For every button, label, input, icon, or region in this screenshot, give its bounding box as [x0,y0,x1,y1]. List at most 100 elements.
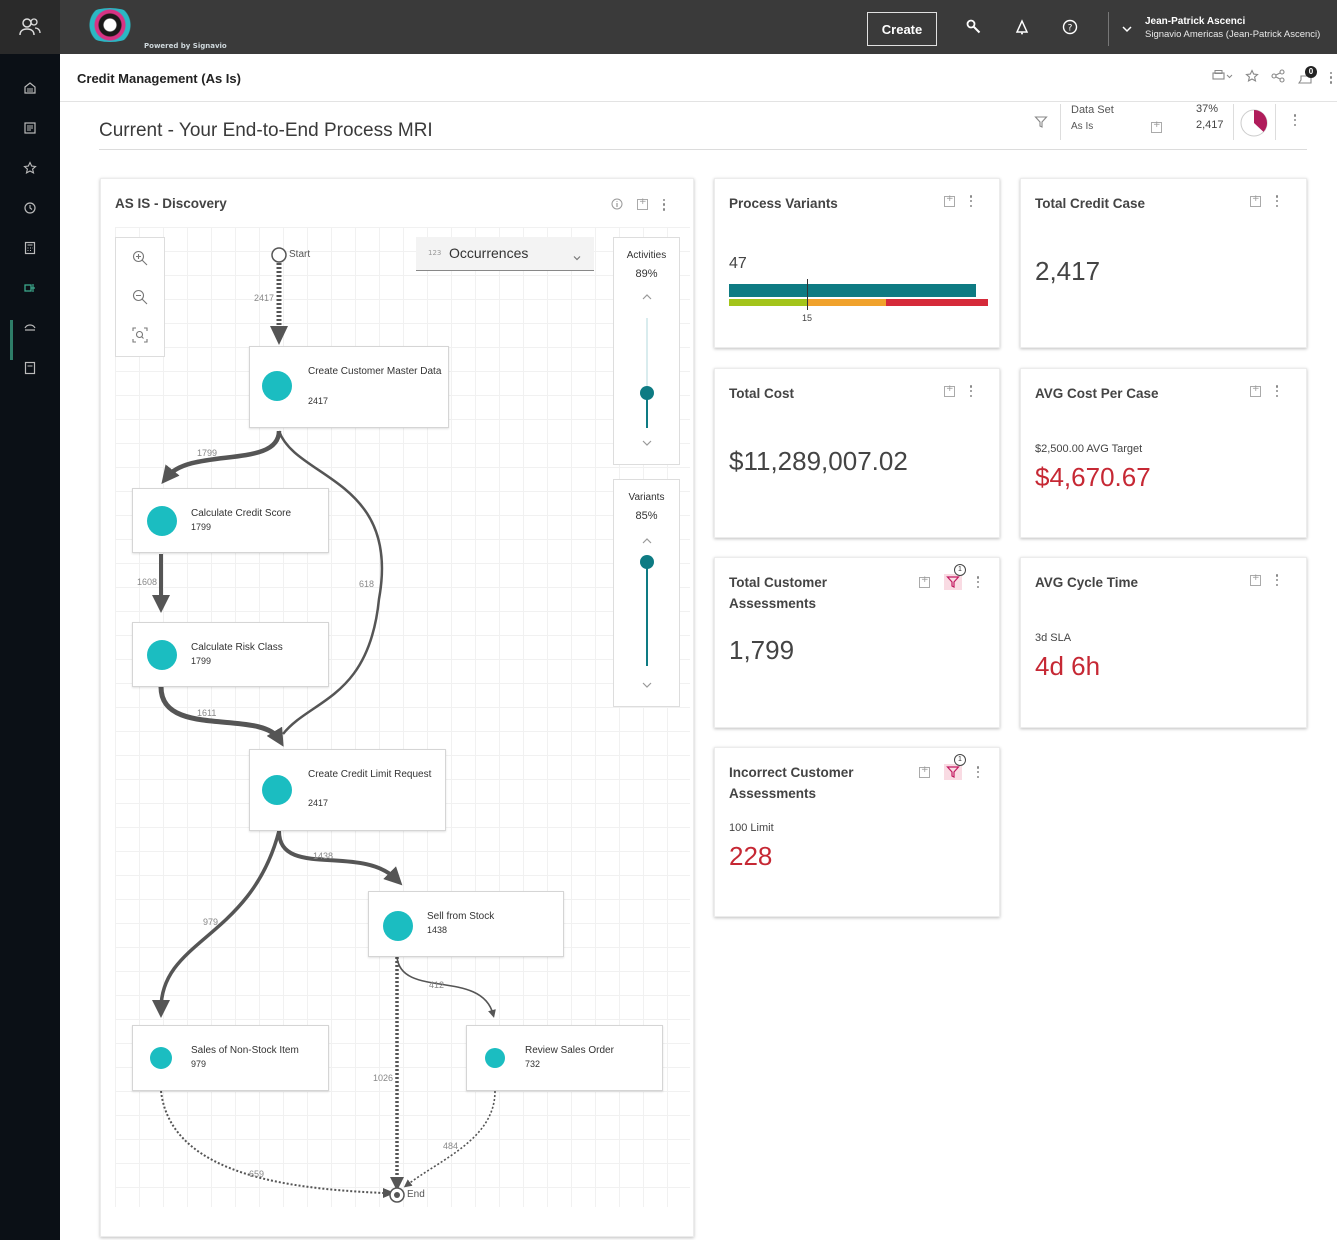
edge-label: 1799 [197,448,218,458]
nav-active-indicator [10,320,13,360]
slider-handle[interactable] [640,386,654,400]
signavio-logo[interactable]: Powered by Signavio [72,6,242,50]
more-menu-icon[interactable] [976,576,980,588]
fit-view-icon[interactable] [128,323,152,347]
card-tools [1250,573,1279,586]
activity-node[interactable]: Calculate Risk Class 1799 [132,622,329,687]
edge-stock-review[interactable] [396,956,496,1018]
expand-icon[interactable] [919,575,930,588]
home-icon[interactable] [18,76,42,100]
help-icon[interactable]: ? [1060,17,1080,37]
zoom-out-icon[interactable] [128,285,152,309]
activities-percent: 89% [635,268,658,280]
edge-limit-nonstock[interactable] [152,830,281,1018]
more-menu-icon[interactable] [976,766,980,778]
search-icon[interactable] [964,17,984,37]
variants-band-red [886,299,988,306]
numeric-icon: 123 [428,249,442,257]
share-icon[interactable] [1271,68,1285,87]
dictionary-icon[interactable] [18,116,42,140]
process-intelligence-icon[interactable] [10,276,50,300]
filter-icon[interactable]: 1 [944,754,966,780]
more-menu-icon[interactable] [1275,195,1279,207]
start-marker[interactable] [271,247,287,263]
edge-risk-limit[interactable] [158,686,284,747]
more-menu-icon[interactable] [969,195,973,207]
edge-nonstock-end[interactable] [160,1090,384,1194]
breadcrumb-bar: Credit Management (As Is) 0 [60,54,1337,102]
variants-percent: 85% [635,510,658,522]
star-icon[interactable] [18,156,42,180]
notes-icon[interactable] [18,356,42,380]
expand-icon[interactable] [1250,384,1261,397]
edge-master-score[interactable] [161,430,282,485]
activity-dot [485,1048,505,1068]
slider-fill [646,560,648,666]
activity-node[interactable]: Create Customer Master Data 2417 [249,346,449,428]
logo-caption: Powered by Signavio [144,42,227,50]
dataset-expand-icon[interactable] [1151,120,1162,133]
activity-count: 2417 [308,396,329,406]
process-variants-card: Process Variants 47 15 [714,178,1000,348]
kpi-value: 2,417 [1035,256,1101,286]
activity-dot [262,775,292,805]
comments-icon[interactable]: 0 [1297,65,1317,86]
user-org[interactable]: Signavio Americas (Jean-Patrick Ascenci) [1145,29,1320,40]
history-icon[interactable] [18,196,42,220]
variants-marker-label: 15 [802,313,813,323]
bell-icon[interactable] [1012,17,1032,37]
collaboration-icon[interactable] [0,0,60,54]
filter-icon[interactable] [1034,114,1048,133]
activity-node[interactable]: Review Sales Order 732 [466,1025,663,1091]
calculator-icon[interactable] [18,236,42,260]
filter-icon[interactable]: 1 [944,564,966,590]
card-title: Process Variants [729,196,838,211]
activity-node[interactable]: Create Credit Limit Request 2417 [249,749,446,831]
card-title: Incorrect Customer Assessments [729,765,854,801]
slider-handle[interactable] [640,555,654,569]
expand-icon[interactable] [1250,573,1261,586]
more-menu-icon[interactable] [1275,574,1279,586]
create-button[interactable]: Create [867,12,937,46]
activity-node[interactable]: Sell from Stock 1438 [368,891,564,957]
more-menu-icon[interactable] [1329,71,1333,84]
edge-label: 1608 [137,577,158,587]
topbar-divider [1108,12,1109,46]
edge-label: 618 [359,579,375,589]
expand-icon[interactable] [919,765,930,778]
edge-label: 1026 [373,1073,394,1083]
edge-limit-stock[interactable] [277,830,403,886]
activity-name: Sales of Non-Stock Item [191,1045,299,1056]
dataset-menu-icon[interactable] [1293,114,1297,126]
edge-label: 484 [443,1141,459,1151]
metric-select[interactable]: 123 Occurrences [416,237,594,271]
star-outline-icon[interactable] [1245,68,1259,87]
expand-icon[interactable] [944,384,955,397]
journey-icon[interactable] [18,316,42,340]
chevron-up-icon[interactable] [641,536,653,546]
activity-node[interactable]: Calculate Credit Score 1799 [132,488,329,553]
title-divider [99,149,1307,150]
user-name[interactable]: Jean-Patrick Ascenci [1145,16,1245,27]
breadcrumb: Credit Management (As Is) [77,71,241,86]
edge-review-end[interactable] [403,1090,496,1188]
expand-icon[interactable] [944,194,955,207]
more-menu-icon[interactable] [969,385,973,397]
chevron-up-icon[interactable] [641,292,653,302]
variants-slider[interactable]: Variants 85% [613,479,680,707]
activity-node[interactable]: Sales of Non-Stock Item 979 [132,1025,329,1091]
cycle-time-card: AVG Cycle Time 3d SLA 4d 6h [1020,557,1307,728]
activities-label: Activities [626,250,667,261]
dataset-pie [1240,109,1268,137]
chevron-down-icon[interactable] [641,438,653,448]
expand-icon[interactable] [1250,194,1261,207]
print-icon[interactable] [1211,68,1233,87]
activities-slider[interactable]: Activities 89% [613,237,680,465]
discovery-card: AS IS - Discovery + Start End 2417 1799 … [100,178,694,1237]
page-title: Current - Your End-to-End Process MRI [99,120,433,141]
chevron-down-icon[interactable] [641,680,653,690]
more-menu-icon[interactable] [1275,385,1279,397]
zoom-in-icon[interactable] [128,246,152,270]
end-label: End [407,1189,425,1200]
chevron-down-icon[interactable] [1120,21,1134,35]
